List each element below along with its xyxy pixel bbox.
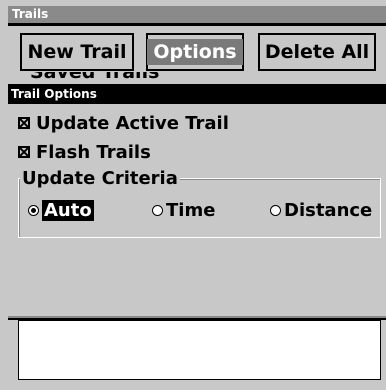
radio-unselected-icon <box>152 204 163 216</box>
screen: Trails New Trail Options Delete All Save… <box>0 0 386 390</box>
update-active-trail-checkbox[interactable]: Update Active Trail <box>18 110 229 136</box>
checkbox-checked-icon <box>18 117 30 129</box>
saved-trails-list[interactable] <box>18 320 381 380</box>
dialog-title: Trail Options <box>11 87 97 101</box>
radio-selected-icon <box>28 204 39 216</box>
delete-all-button[interactable]: Delete All <box>258 33 376 71</box>
new-trail-label: New Trail <box>27 41 127 63</box>
checkbox-checked-icon <box>18 146 30 158</box>
radio-auto-label: Auto <box>42 199 94 221</box>
dialog-title-bar: Trail Options <box>8 84 386 104</box>
radio-unselected-icon <box>270 204 281 216</box>
options-button[interactable]: Options <box>146 33 244 71</box>
flash-trails-label: Flash Trails <box>36 141 151 163</box>
update-criteria-label: Update Criteria <box>20 168 180 189</box>
window-title: Trails <box>12 7 49 21</box>
update-active-trail-label: Update Active Trail <box>36 112 229 134</box>
flash-trails-checkbox[interactable]: Flash Trails <box>18 139 151 165</box>
options-label: Options <box>147 39 243 65</box>
radio-auto[interactable]: Auto <box>28 198 94 222</box>
radio-distance[interactable]: Distance <box>270 198 372 222</box>
radio-time[interactable]: Time <box>152 198 215 222</box>
new-trail-button[interactable]: New Trail <box>20 33 134 71</box>
saved-trails-heading: Saved Trails <box>30 72 160 83</box>
title-bar: Trails <box>8 6 386 26</box>
radio-distance-label: Distance <box>284 199 373 221</box>
radio-time-label: Time <box>166 199 216 221</box>
delete-all-label: Delete All <box>264 41 370 63</box>
